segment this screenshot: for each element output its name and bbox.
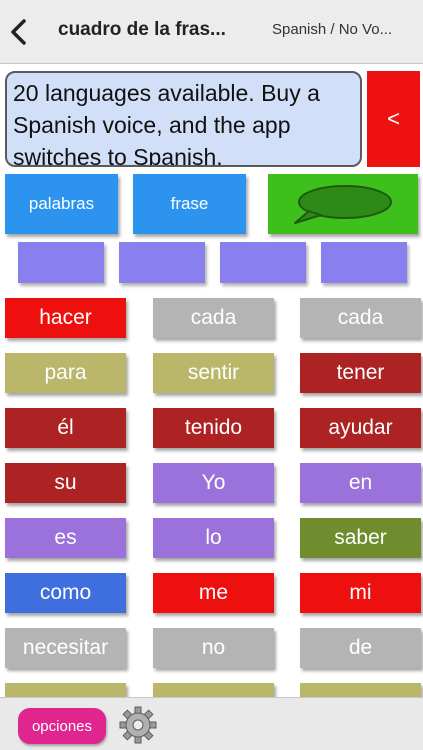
word-button[interactable]: Yo: [153, 463, 274, 503]
word-button[interactable]: mi: [300, 573, 421, 613]
word-button[interactable]: sentir: [153, 353, 274, 393]
word-button[interactable]: [300, 683, 421, 697]
word-button[interactable]: lo: [153, 518, 274, 558]
word-button[interactable]: él: [5, 408, 126, 448]
word-button[interactable]: para: [5, 353, 126, 393]
word-button[interactable]: [153, 683, 274, 697]
word-button[interactable]: no: [153, 628, 274, 668]
word-button[interactable]: cada: [153, 298, 274, 338]
word-button[interactable]: cada: [300, 298, 421, 338]
word-button[interactable]: como: [5, 573, 126, 613]
word-grid: hacer cada cada para sentir tener él tenido ayud…: [0, 0, 423, 697]
gear-icon: [119, 706, 157, 744]
options-button[interactable]: opciones: [18, 708, 106, 744]
word-button[interactable]: de: [300, 628, 421, 668]
word-button[interactable]: hacer: [5, 298, 126, 338]
word-button[interactable]: ayudar: [300, 408, 421, 448]
word-button[interactable]: en: [300, 463, 421, 503]
word-button[interactable]: me: [153, 573, 274, 613]
bottom-toolbar: opciones: [0, 697, 423, 750]
word-button[interactable]: [5, 683, 126, 697]
word-button[interactable]: su: [5, 463, 126, 503]
word-button[interactable]: tenido: [153, 408, 274, 448]
settings-button[interactable]: [118, 705, 158, 745]
word-button[interactable]: es: [5, 518, 126, 558]
word-button[interactable]: saber: [300, 518, 421, 558]
word-button[interactable]: necesitar: [5, 628, 126, 668]
word-button[interactable]: tener: [300, 353, 421, 393]
